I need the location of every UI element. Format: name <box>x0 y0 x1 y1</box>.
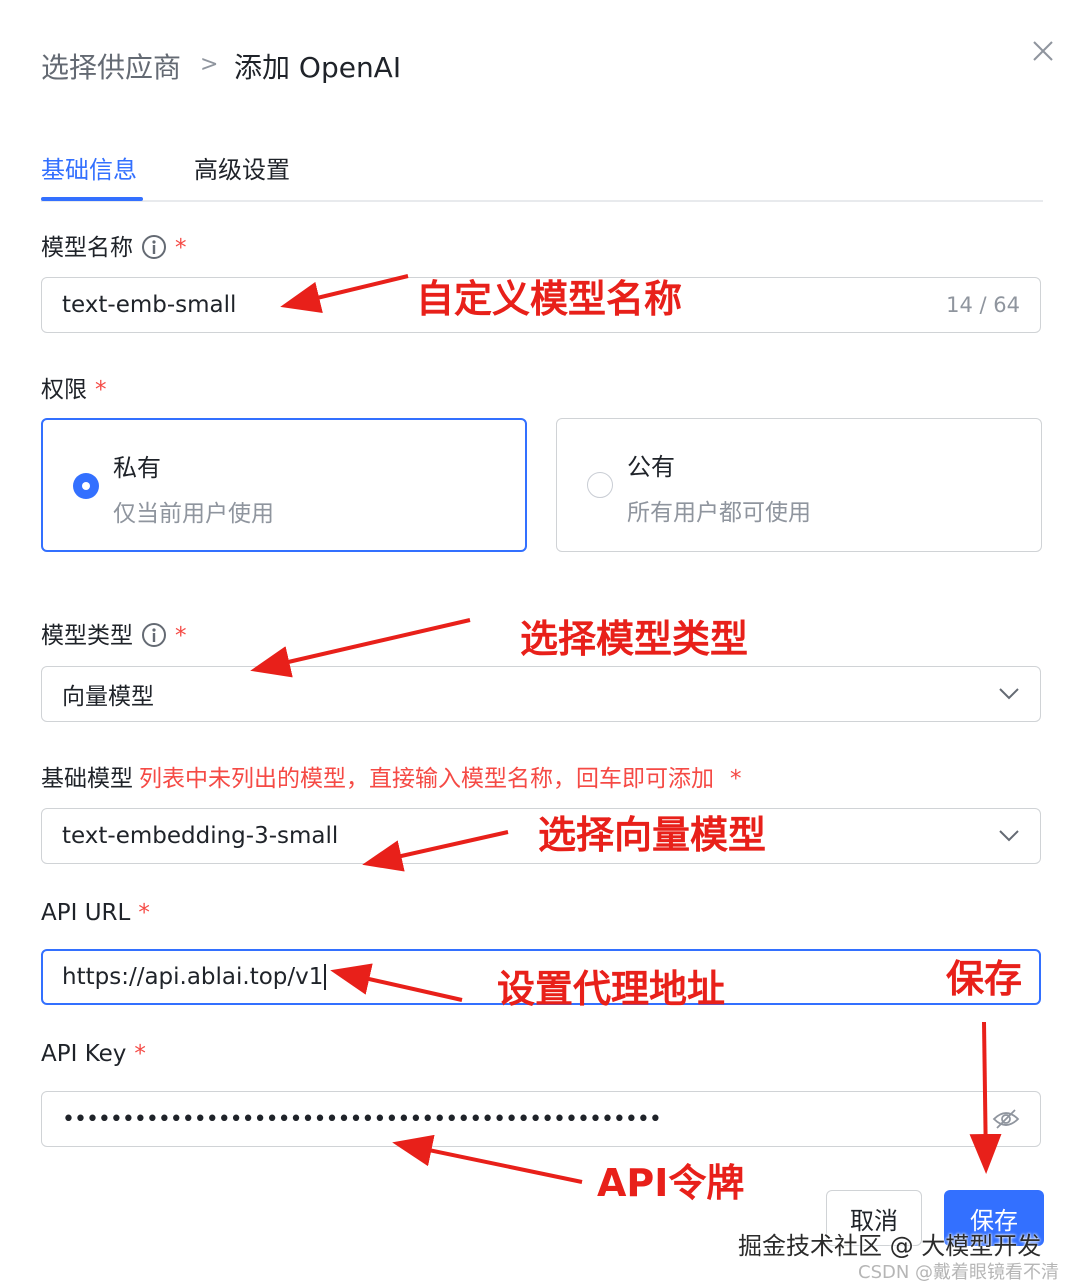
required-mark: * <box>138 900 150 926</box>
model-type-select[interactable]: 向量模型 <box>41 666 1041 722</box>
api-key-value: ••••••••••••••••••••••••••••••••••••••••… <box>62 1106 662 1132</box>
tab-basic-info[interactable]: 基础信息 <box>41 150 137 185</box>
active-tab-indicator <box>41 197 143 201</box>
info-icon[interactable] <box>141 234 167 260</box>
annotation-save: 保存 <box>946 957 1023 1001</box>
tab-advanced-settings[interactable]: 高级设置 <box>194 150 290 185</box>
required-mark: * <box>175 235 187 261</box>
close-icon[interactable] <box>1028 36 1058 66</box>
permission-label: 权限 * <box>41 377 107 403</box>
breadcrumb-separator: > <box>200 52 219 77</box>
model-type-value: 向量模型 <box>62 684 154 710</box>
info-icon[interactable] <box>141 622 167 648</box>
permission-public-desc: 所有用户都可使用 <box>627 500 811 526</box>
chevron-down-icon <box>999 830 1019 842</box>
api-key-label: API Key * <box>41 1041 146 1067</box>
text-caret <box>324 964 327 990</box>
chevron-down-icon <box>999 688 1019 700</box>
model-type-label: 模型类型 * <box>41 622 187 649</box>
page-title: 添加 OpenAI <box>234 51 402 84</box>
char-counter: 14 / 64 <box>946 293 1020 317</box>
required-mark: * <box>95 377 107 403</box>
base-model-label: 基础模型 列表中未列出的模型，直接输入模型名称，回车即可添加 * <box>41 766 742 792</box>
breadcrumb-previous[interactable]: 选择供应商 <box>41 46 181 86</box>
radio-selected[interactable] <box>73 473 99 499</box>
radio-unselected[interactable] <box>587 472 613 498</box>
permission-public-card[interactable]: 公有 所有用户都可使用 <box>556 418 1042 552</box>
annotation-api-url: 设置代理地址 <box>497 967 726 1011</box>
permission-public-title: 公有 <box>627 453 675 481</box>
annotation-api-key: API令牌 <box>597 1161 745 1205</box>
model-name-label: 模型名称 * <box>41 234 187 261</box>
watermark-juejin: 掘金技术社区 @ 大模型开发 <box>738 1232 1042 1260</box>
eye-off-icon[interactable] <box>992 1108 1020 1130</box>
required-mark: * <box>134 1041 146 1067</box>
required-mark: * <box>175 623 187 649</box>
watermark-csdn: CSDN @戴着眼镜看不清 <box>858 1262 1060 1283</box>
api-url-value: https://api.ablai.top/v1 <box>62 964 324 990</box>
base-model-hint: 列表中未列出的模型，直接输入模型名称，回车即可添加 <box>139 766 714 792</box>
annotation-model-name: 自定义模型名称 <box>416 277 683 321</box>
base-model-value: text-embedding-3-small <box>62 823 339 849</box>
tab-divider <box>41 200 1043 202</box>
api-key-input[interactable]: ••••••••••••••••••••••••••••••••••••••••… <box>41 1091 1041 1147</box>
arrow-model-type <box>250 618 471 678</box>
arrow-api-key <box>392 1134 583 1184</box>
permission-private-desc: 仅当前用户使用 <box>113 501 274 527</box>
permission-private-title: 私有 <box>113 454 161 482</box>
api-url-label: API URL * <box>41 900 150 926</box>
permission-private-card[interactable]: 私有 仅当前用户使用 <box>41 418 527 552</box>
annotation-base-model: 选择向量模型 <box>538 813 767 857</box>
required-mark: * <box>730 766 742 792</box>
annotation-model-type: 选择模型类型 <box>520 617 749 661</box>
model-name-value: text-emb-small <box>62 292 237 318</box>
